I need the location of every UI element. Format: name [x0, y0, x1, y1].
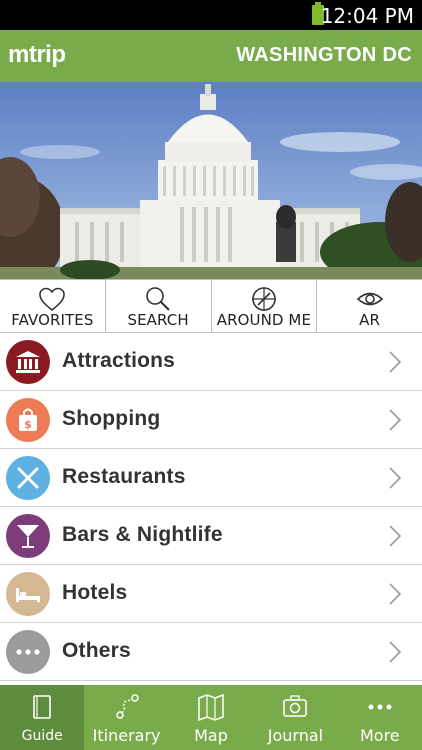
fork-knife-icon	[6, 456, 50, 500]
ar-label: AR	[359, 311, 381, 329]
app-header: mtrip WASHINGTON DC	[0, 30, 422, 82]
nav-map-label: Map	[194, 726, 228, 745]
around-me-button[interactable]: AROUND ME	[212, 280, 318, 332]
category-label: Hotels	[62, 581, 128, 604]
category-label: Attractions	[62, 349, 176, 372]
cocktail-icon	[6, 514, 50, 558]
favorites-label: FAVORITES	[11, 311, 94, 329]
status-time: 12:04 PM	[320, 4, 414, 28]
chevron-right-icon	[389, 641, 402, 663]
route-icon	[115, 694, 139, 719]
hero-image	[0, 82, 422, 279]
nav-journal-label: Journal	[267, 726, 324, 745]
category-label: Bars & Nightlife	[62, 523, 223, 546]
shopping-bag-icon: $	[6, 398, 50, 442]
chevron-right-icon	[389, 525, 402, 547]
category-label: Restaurants	[62, 465, 186, 488]
app-logo: mtrip	[8, 41, 66, 68]
category-label: Shopping	[62, 407, 161, 430]
nav-itinerary[interactable]: Itinerary	[84, 685, 168, 750]
nav-more-label: More	[359, 726, 400, 745]
favorites-button[interactable]: FAVORITES	[0, 280, 106, 332]
heart-icon	[39, 287, 66, 312]
crosshair-icon	[251, 287, 276, 311]
nav-guide-label: Guide	[21, 728, 63, 744]
category-attractions[interactable]: Attractions	[0, 333, 422, 391]
magnifier-icon	[146, 287, 170, 311]
camera-icon	[283, 695, 308, 717]
search-button[interactable]: SEARCH	[106, 280, 212, 332]
category-label: Others	[62, 639, 131, 662]
map-icon	[198, 693, 224, 721]
more-dots-icon	[368, 704, 392, 710]
category-others[interactable]: Others	[0, 623, 422, 681]
nav-more[interactable]: More	[338, 685, 422, 750]
city-title: WASHINGTON DC	[236, 44, 412, 66]
capitol-building-photo	[0, 82, 422, 279]
category-list: Attractions $ Shopping Restaurants Bars …	[0, 333, 422, 681]
dots-icon	[6, 630, 50, 674]
building-icon	[6, 340, 50, 384]
chevron-right-icon	[389, 409, 402, 431]
quick-actions-bar: FAVORITES SEARCH AROUND ME AR	[0, 279, 422, 333]
around-me-label: AROUND ME	[216, 311, 312, 329]
category-shopping[interactable]: $ Shopping	[0, 391, 422, 449]
ar-button[interactable]: AR	[317, 280, 422, 332]
chevron-right-icon	[389, 467, 402, 489]
category-restaurants[interactable]: Restaurants	[0, 449, 422, 507]
eye-icon	[356, 292, 383, 306]
bottom-navigation: Guide Itinerary Map Journal More	[0, 685, 422, 750]
chevron-right-icon	[389, 351, 402, 373]
category-hotels[interactable]: Hotels	[0, 565, 422, 623]
nav-guide[interactable]: Guide	[0, 685, 85, 750]
nav-map[interactable]: Map	[169, 685, 253, 750]
nav-itinerary-label: Itinerary	[92, 726, 161, 745]
bed-icon	[6, 572, 50, 616]
svg-text:$: $	[24, 418, 32, 431]
chevron-right-icon	[389, 583, 402, 605]
status-bar: 12:04 PM	[0, 0, 422, 30]
book-icon	[33, 695, 52, 719]
nav-journal[interactable]: Journal	[253, 685, 337, 750]
search-label: SEARCH	[127, 311, 189, 329]
category-bars-nightlife[interactable]: Bars & Nightlife	[0, 507, 422, 565]
